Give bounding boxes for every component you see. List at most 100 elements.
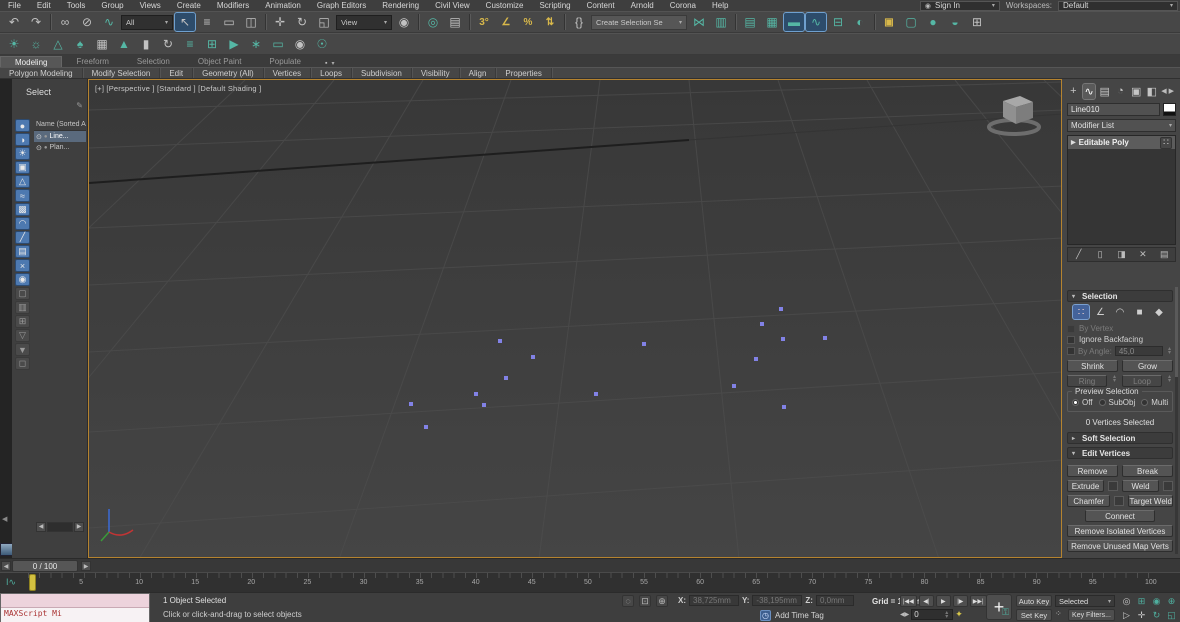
configure-modifier-sets-icon[interactable]: ▤ bbox=[1157, 249, 1171, 260]
edit-vertices-rollout-header[interactable]: ▾ Edit Vertices bbox=[1067, 447, 1173, 459]
set-keys-button[interactable]: + ⚿ bbox=[986, 594, 1012, 620]
lens-icon[interactable]: ◉ bbox=[290, 35, 310, 53]
select-and-link-icon[interactable]: ∞ bbox=[55, 13, 75, 31]
spinner-icon[interactable]: ▴ ▾ bbox=[943, 610, 950, 620]
vertex-point[interactable] bbox=[504, 376, 508, 380]
y-coordinate-field[interactable]: -38,195mm bbox=[752, 595, 803, 606]
maxscript-mini-listener[interactable]: MAXScript Mi bbox=[0, 593, 150, 622]
menu-item-tools[interactable]: Tools bbox=[59, 1, 94, 10]
panel-scrollbar[interactable] bbox=[1175, 287, 1178, 554]
select-by-name-icon[interactable]: ≡ bbox=[197, 13, 217, 31]
menu-item-corona[interactable]: Corona bbox=[662, 1, 704, 10]
zoom-all-icon[interactable]: ⊞ bbox=[1135, 595, 1148, 607]
angle-snap-icon[interactable]: ∠ bbox=[496, 13, 516, 31]
spinner-icon[interactable]: ▴ ▾ bbox=[1166, 374, 1173, 387]
material-editor-icon[interactable]: ◐ bbox=[850, 13, 870, 31]
expand-arrow-icon[interactable]: ▶ bbox=[1071, 139, 1076, 146]
keyboard-override-icon[interactable]: ▤ bbox=[445, 13, 465, 31]
break-button[interactable]: Break bbox=[1122, 465, 1173, 477]
remove-modifier-icon[interactable]: ✕ bbox=[1136, 249, 1150, 260]
tab-motion[interactable]: ◔ bbox=[1114, 84, 1127, 99]
filter-icon[interactable]: ▼ bbox=[15, 343, 30, 356]
menu-item-group[interactable]: Group bbox=[93, 1, 131, 10]
spinner-icon[interactable]: ▴ ▾ bbox=[1166, 346, 1173, 356]
edit-query-icon[interactable]: ✎ bbox=[76, 101, 83, 110]
time-slider-handle[interactable] bbox=[29, 574, 36, 591]
remove-button[interactable]: Remove bbox=[1067, 465, 1118, 477]
edit-named-selection-sets-icon[interactable]: {} bbox=[569, 13, 589, 31]
tab-create[interactable]: + bbox=[1067, 84, 1080, 99]
sun-positioner-icon[interactable]: ☼ bbox=[26, 35, 46, 53]
chevron-down-icon[interactable]: ▾ bbox=[332, 60, 335, 67]
zoom-extents-all-icon[interactable]: ⊕ bbox=[1165, 595, 1178, 607]
menu-item-create[interactable]: Create bbox=[169, 1, 209, 10]
by-vertex-checkbox[interactable]: By Vertex bbox=[1067, 323, 1173, 334]
menu-item-views[interactable]: Views bbox=[132, 1, 169, 10]
loop-button[interactable]: Loop bbox=[1122, 375, 1162, 387]
menu-item-content[interactable]: Content bbox=[579, 1, 623, 10]
by-angle-checkbox[interactable] bbox=[1067, 347, 1075, 355]
vertex-point[interactable] bbox=[474, 392, 478, 396]
panel-scroll-arrows[interactable]: ◀▶ bbox=[1161, 87, 1176, 95]
vertex-point[interactable] bbox=[482, 403, 486, 407]
zoom-extents-icon[interactable]: ◉ bbox=[1150, 595, 1163, 607]
select-and-scale-icon[interactable]: ◱ bbox=[314, 13, 334, 31]
ribbon-tab-modeling[interactable]: Modeling bbox=[0, 56, 63, 67]
tab-hierarchy[interactable]: ▤ bbox=[1098, 84, 1111, 99]
vertex-point[interactable] bbox=[823, 336, 827, 340]
window-crossing-icon[interactable]: ◫ bbox=[241, 13, 261, 31]
ribbon-panel-properties[interactable]: Properties bbox=[496, 68, 552, 78]
snaps-toggle-icon[interactable]: 3° bbox=[474, 13, 494, 31]
vertex-point[interactable] bbox=[732, 384, 736, 388]
track-bar[interactable]: I∿ 5 10 15 20 25 30 35 40 45 50 55 60 65 70 75 80 85 90 95… bbox=[0, 572, 1180, 593]
advanced-filter-icon[interactable]: ▽ bbox=[15, 329, 30, 342]
shapes-add-icon[interactable]: ∗ bbox=[246, 35, 266, 53]
by-angle-field[interactable]: 45,0 bbox=[1114, 346, 1163, 356]
extrude-settings-button[interactable] bbox=[1108, 481, 1118, 491]
visibility-eye-icon[interactable]: ⊙ bbox=[36, 144, 42, 152]
unlink-selection-icon[interactable]: ⊘ bbox=[77, 13, 97, 31]
ribbon-panel-subdivision[interactable]: Subdivision bbox=[352, 68, 412, 78]
weld-button[interactable]: Weld bbox=[1122, 480, 1159, 492]
menu-item-rendering[interactable]: Rendering bbox=[374, 1, 427, 10]
ribbon-panel-visibility[interactable]: Visibility bbox=[412, 68, 460, 78]
workspace-dropdown[interactable]: Default ▾ bbox=[1058, 0, 1178, 11]
key-step-icons[interactable]: ◀▶ bbox=[900, 611, 909, 618]
selection-filter-dropdown[interactable]: All ▾ bbox=[121, 14, 173, 30]
orbit-icon[interactable]: ↻ bbox=[1150, 609, 1163, 621]
chamfer-settings-button[interactable] bbox=[1114, 496, 1125, 506]
target-weld-button[interactable]: Target Weld bbox=[1128, 495, 1173, 507]
name-column-header[interactable]: Name (Sorted A bbox=[34, 119, 86, 131]
vertex-point[interactable] bbox=[642, 342, 646, 346]
show-end-result-icon[interactable]: ▯ bbox=[1093, 249, 1107, 260]
ribbon-panel-edit[interactable]: Edit bbox=[160, 68, 194, 78]
ribbon-panel-modify-selection[interactable]: Modify Selection bbox=[83, 68, 161, 78]
make-unique-icon[interactable]: ◨ bbox=[1114, 249, 1128, 260]
vertex-point[interactable] bbox=[409, 402, 413, 406]
ring-button[interactable]: Ring bbox=[1067, 375, 1107, 387]
time-slider-field[interactable]: 0 / 100 bbox=[12, 560, 78, 572]
grow-button[interactable]: Grow bbox=[1122, 360, 1173, 372]
plane-object-icon[interactable]: ▭ bbox=[268, 35, 288, 53]
filter-combination-icon[interactable]: ⊞ bbox=[15, 315, 30, 328]
layer-explorer-toggle-icon[interactable]: ▦ bbox=[762, 13, 782, 31]
zoom-icon[interactable]: ◎ bbox=[1120, 595, 1133, 607]
go-to-start-button[interactable]: |◀◀ bbox=[900, 595, 917, 607]
edge-subobject-icon[interactable]: ∠ bbox=[1093, 305, 1109, 319]
ribbon-panel-vertices[interactable]: Vertices bbox=[264, 68, 312, 78]
preview-play-icon[interactable]: ▶ bbox=[224, 35, 244, 53]
bind-to-space-warp-icon[interactable]: ∿ bbox=[99, 13, 119, 31]
use-pivot-center-icon[interactable]: ◉ bbox=[394, 13, 414, 31]
forest-pack-icon[interactable]: ♠ bbox=[70, 35, 90, 53]
current-frame-field[interactable]: 0 ▴ ▾ bbox=[911, 609, 954, 620]
render-iterative-icon[interactable]: ◒ bbox=[945, 13, 965, 31]
preview-radio-subobj[interactable]: SubObj bbox=[1098, 398, 1135, 407]
modifier-stack[interactable]: ▶ Editable Poly ∷ bbox=[1067, 135, 1176, 245]
vertex-point[interactable] bbox=[781, 337, 785, 341]
ribbon-panel-polygon-modeling[interactable]: Polygon Modeling bbox=[0, 68, 83, 78]
stack-item-editable-poly[interactable]: ▶ Editable Poly ∷ bbox=[1068, 136, 1175, 149]
pan-icon[interactable]: ✛ bbox=[1135, 609, 1148, 621]
display-lights-icon[interactable]: ☀ bbox=[15, 147, 30, 160]
redo-icon[interactable]: ↷ bbox=[26, 13, 46, 31]
menu-item-file[interactable]: File bbox=[0, 1, 29, 10]
